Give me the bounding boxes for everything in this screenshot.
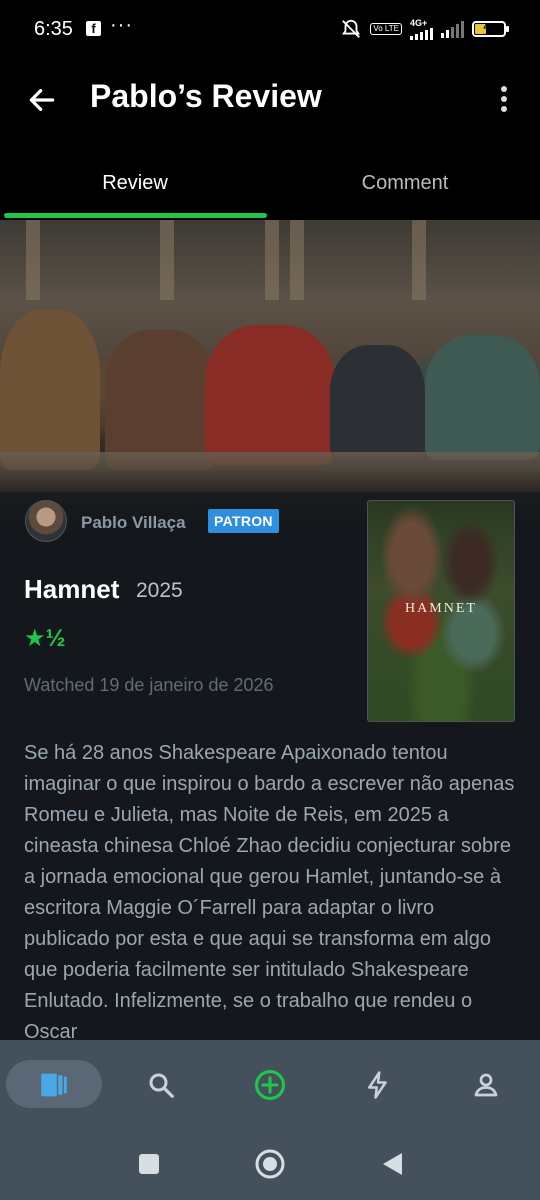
status-bar: 6:35 f ··· Vo LTE 4G+ 40 (0, 0, 540, 60)
star-rating: ★½ (24, 625, 66, 652)
profile-icon (474, 1073, 498, 1097)
recents-square-icon[interactable] (137, 1152, 161, 1176)
review-text: Se há 28 anos Shakespeare Apaixonado ten… (24, 742, 515, 1040)
film-year: 2025 (136, 579, 183, 602)
signal-icon (410, 27, 433, 40)
battery-icon: 40 (472, 21, 509, 37)
nav-profile[interactable] (461, 1060, 511, 1110)
home-circle-icon[interactable] (254, 1148, 286, 1180)
notification-more: ··· (110, 14, 133, 36)
mute-alarm-icon (342, 19, 361, 38)
tab-comment[interactable]: Comment (270, 172, 540, 195)
app-bar: Pablo’s Review (0, 60, 540, 140)
signal-icon (441, 20, 464, 38)
more-vert-icon[interactable] (498, 86, 510, 116)
status-time: 6:35 (34, 18, 73, 40)
film-poster[interactable]: HAMNET (367, 500, 515, 722)
network-indicator: 4G+ (410, 17, 433, 40)
film-title[interactable]: Hamnet (24, 574, 119, 605)
tab-review[interactable]: Review (0, 172, 270, 195)
watched-date: Watched 19 de janeiro de 2026 (24, 675, 274, 695)
poster-title: HAMNET (405, 601, 477, 616)
author-name[interactable]: Pablo Villaça (81, 513, 186, 533)
nav-films[interactable] (29, 1060, 79, 1110)
add-circle-icon (254, 1069, 286, 1101)
status-icons: Vo LTE 4G+ 40 (340, 17, 509, 40)
search-icon (149, 1073, 174, 1098)
back-triangle-icon[interactable] (380, 1151, 404, 1177)
facebook-icon: f (86, 21, 101, 36)
films-icon (41, 1073, 67, 1097)
patron-badge: PATRON (208, 509, 279, 533)
bottom-nav (0, 1040, 540, 1130)
nav-search[interactable] (136, 1060, 186, 1110)
arrow-left-icon[interactable] (26, 84, 58, 116)
avatar[interactable] (25, 500, 67, 542)
volte-icon: Vo LTE (370, 23, 402, 35)
tab-indicator (4, 213, 267, 218)
activity-bolt-icon (368, 1071, 387, 1099)
tab-bar: Review Comment (0, 140, 540, 220)
page-title: Pablo’s Review (90, 78, 322, 114)
battery-level: 40 (483, 22, 495, 33)
nav-add[interactable] (245, 1060, 295, 1110)
system-nav-bar (0, 1130, 540, 1200)
network-type: 4G+ (410, 17, 428, 28)
nav-activity[interactable] (353, 1060, 403, 1110)
